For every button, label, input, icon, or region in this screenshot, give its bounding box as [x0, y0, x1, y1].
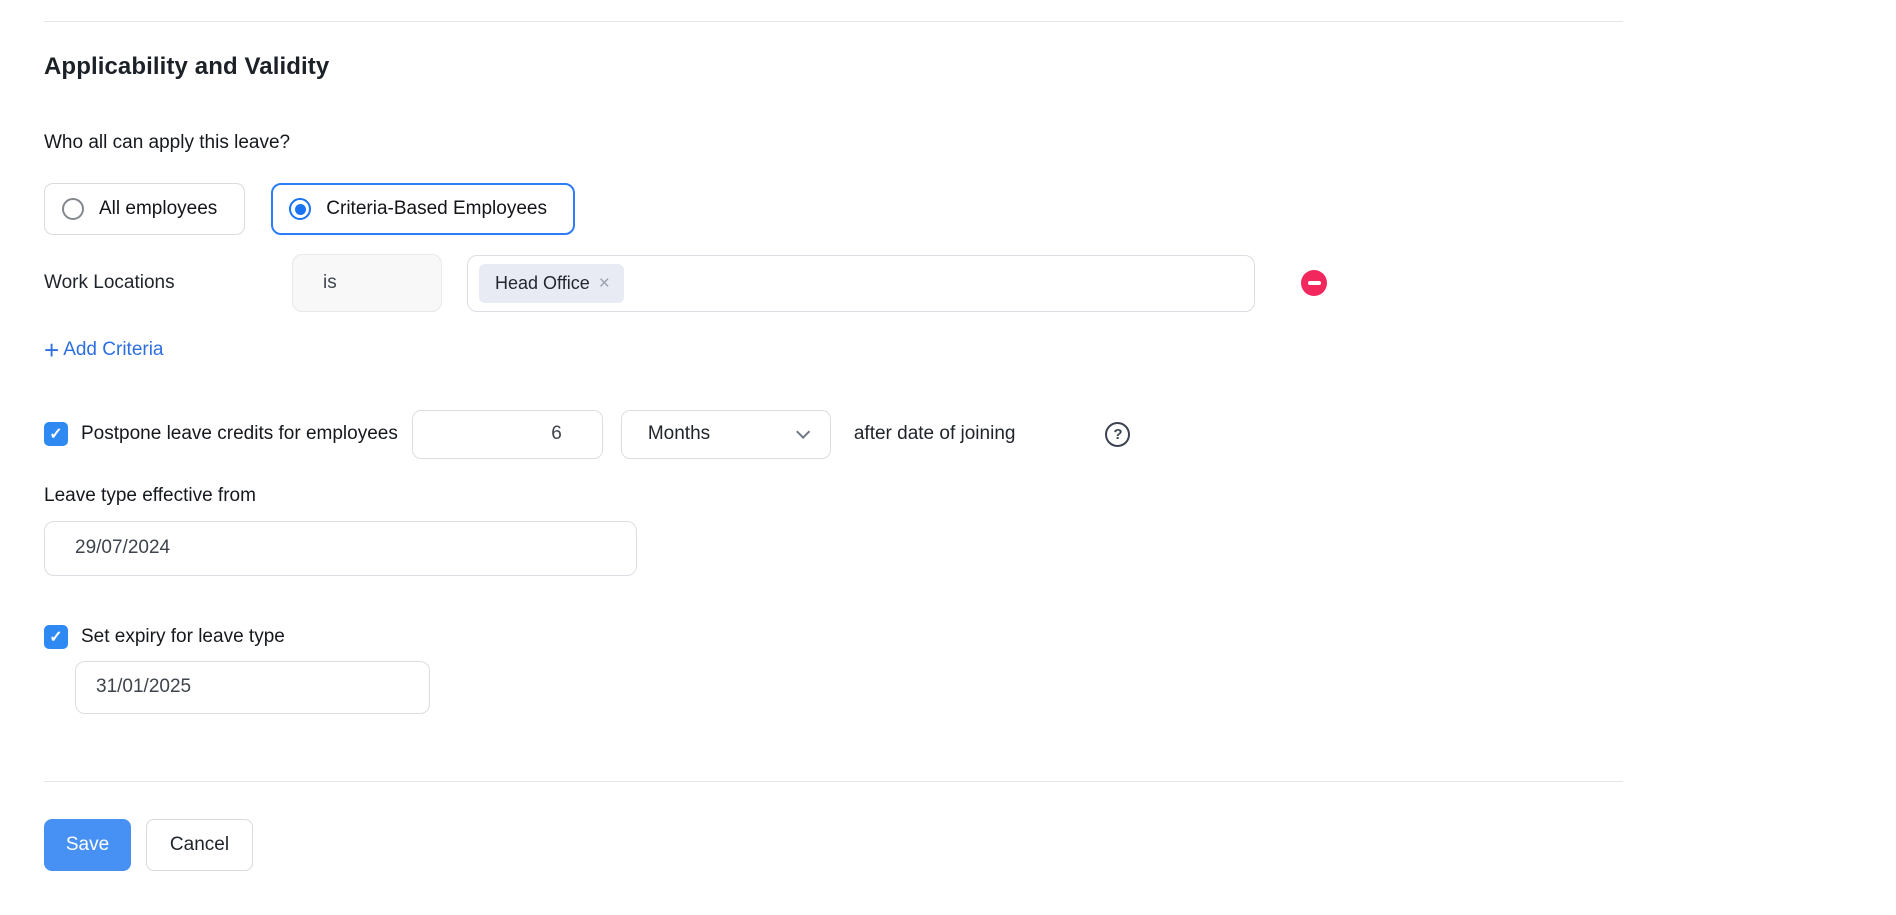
postpone-duration-input[interactable]: 6 [412, 410, 603, 459]
radio-all-employees[interactable]: All employees [44, 183, 245, 235]
remove-criteria-button[interactable] [1301, 270, 1327, 296]
radio-unselected-icon [62, 198, 84, 220]
radio-criteria-based-employees-label: Criteria-Based Employees [326, 198, 547, 220]
help-icon[interactable]: ? [1105, 422, 1130, 447]
postpone-unit-select[interactable]: Months [621, 410, 831, 459]
plus-icon: + [44, 341, 59, 360]
radio-selected-icon [289, 198, 311, 220]
postpone-unit-value: Months [648, 423, 710, 445]
postpone-duration-value: 6 [551, 423, 562, 445]
effective-from-date-input[interactable]: 29/07/2024 [44, 521, 637, 576]
add-criteria-link[interactable]: + Add Criteria [44, 339, 164, 361]
criteria-row: Work Locations is Head Office × [44, 254, 1896, 312]
chevron-down-icon [796, 425, 810, 439]
criteria-operator-select[interactable]: is [292, 254, 442, 312]
expiry-row: ✓ Set expiry for leave type [44, 624, 1896, 650]
postpone-row: ✓ Postpone leave credits for employees 6… [44, 410, 1896, 459]
criteria-value-chip: Head Office × [479, 264, 624, 303]
add-criteria-label: Add Criteria [63, 339, 163, 361]
postpone-label: Postpone leave credits for employees [81, 423, 398, 445]
expiry-date-input[interactable]: 31/01/2025 [75, 661, 430, 714]
chip-label: Head Office [495, 273, 590, 294]
minus-icon [1308, 281, 1321, 285]
expiry-label: Set expiry for leave type [81, 626, 285, 648]
apply-option-group: All employees Criteria-Based Employees [44, 183, 1896, 235]
action-buttons: Save Cancel [44, 819, 1896, 871]
check-icon: ✓ [49, 424, 62, 444]
save-button[interactable]: Save [44, 819, 131, 871]
bottom-divider [44, 781, 1623, 782]
radio-all-employees-label: All employees [99, 198, 217, 220]
chip-remove-icon[interactable]: × [599, 274, 610, 293]
criteria-values-input[interactable]: Head Office × [467, 255, 1255, 312]
question-mark-glyph: ? [1113, 426, 1122, 443]
expiry-checkbox[interactable]: ✓ [44, 625, 68, 649]
criteria-field-label: Work Locations [44, 272, 292, 294]
expiry-date-value: 31/01/2025 [96, 676, 191, 698]
postpone-suffix-label: after date of joining [854, 423, 1016, 445]
apply-question-label: Who all can apply this leave? [44, 132, 1896, 154]
effective-from-label: Leave type effective from [44, 485, 1896, 507]
check-icon: ✓ [49, 627, 62, 647]
criteria-operator-value: is [323, 272, 337, 294]
leave-type-settings-page: Applicability and Validity Who all can a… [0, 0, 1896, 915]
section-title: Applicability and Validity [44, 53, 1896, 81]
cancel-button[interactable]: Cancel [146, 819, 253, 871]
postpone-checkbox[interactable]: ✓ [44, 422, 68, 446]
top-divider [44, 21, 1623, 22]
effective-from-date-value: 29/07/2024 [75, 537, 170, 559]
radio-criteria-based-employees[interactable]: Criteria-Based Employees [271, 183, 575, 235]
